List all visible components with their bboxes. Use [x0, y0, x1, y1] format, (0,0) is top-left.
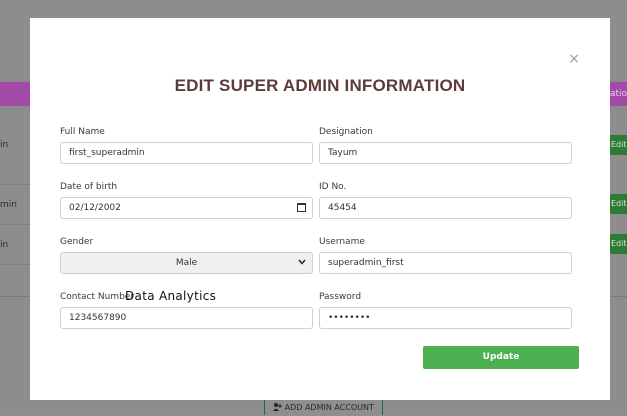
username-field: Username superadmin_first [319, 237, 572, 274]
full-name-label: Full Name [60, 127, 105, 137]
id-no-input[interactable]: 45454 [319, 197, 572, 219]
gender-value: Male [175, 258, 198, 268]
id-no-field: ID No. 45454 [319, 182, 572, 219]
gender-select[interactable]: Male [60, 252, 313, 274]
password-field: Password •••••••• [319, 292, 572, 329]
edit-label: Edit [611, 199, 627, 208]
update-button[interactable]: Update [423, 346, 579, 369]
edit-button[interactable]: Edit [610, 194, 627, 214]
table-header-right: ation [610, 82, 627, 106]
table-row: min [0, 199, 30, 211]
edit-button[interactable]: Edit [610, 135, 627, 155]
dob-field: Date of birth 02/12/2002 [60, 182, 313, 219]
edit-super-admin-modal: × EDIT SUPER ADMIN INFORMATION Full Name… [30, 18, 610, 400]
edit-label: Edit [611, 140, 627, 149]
dob-input[interactable]: 02/12/2002 [60, 197, 313, 219]
gender-label: Gender [60, 237, 94, 247]
edit-button[interactable]: Edit [610, 234, 627, 254]
password-label: Password [319, 292, 362, 302]
contact-number-input[interactable]: 1234567890 [60, 307, 313, 329]
row-text: in [0, 140, 9, 150]
row-divider [0, 224, 30, 225]
row-divider [0, 184, 30, 185]
edit-label: Edit [611, 239, 627, 248]
table-row: in [0, 139, 30, 151]
full-name-input[interactable]: first_superadmin [60, 142, 313, 164]
data-analytics-overlay-text: Data Analytics [125, 289, 217, 303]
calendar-icon[interactable] [297, 203, 306, 212]
add-admin-account-label: ADD ADMIN ACCOUNT [284, 403, 374, 412]
add-admin-account-button[interactable]: ADD ADMIN ACCOUNT [264, 399, 383, 415]
row-text: in [0, 240, 9, 250]
dob-value: 02/12/2002 [69, 203, 121, 213]
modal-title: EDIT SUPER ADMIN INFORMATION [174, 76, 466, 95]
designation-label: Designation [319, 127, 373, 137]
dob-label: Date of birth [60, 182, 118, 192]
username-input[interactable]: superadmin_first [319, 252, 572, 274]
password-input[interactable]: •••••••• [319, 307, 572, 329]
table-header-text: ation [610, 89, 627, 99]
gender-field: Gender Male [60, 237, 313, 274]
username-label: Username [319, 237, 365, 247]
row-text: min [0, 200, 17, 210]
close-icon[interactable]: × [568, 52, 580, 66]
full-name-field: Full Name first_superadmin [60, 127, 313, 164]
row-divider [0, 264, 30, 265]
id-no-label: ID No. [319, 182, 347, 192]
table-header-left [0, 82, 30, 106]
add-user-icon [273, 403, 285, 412]
designation-input[interactable]: Tayum [319, 142, 572, 164]
chevron-down-icon [298, 257, 306, 269]
table-row: in [0, 239, 30, 251]
designation-field: Designation Tayum [319, 127, 572, 164]
